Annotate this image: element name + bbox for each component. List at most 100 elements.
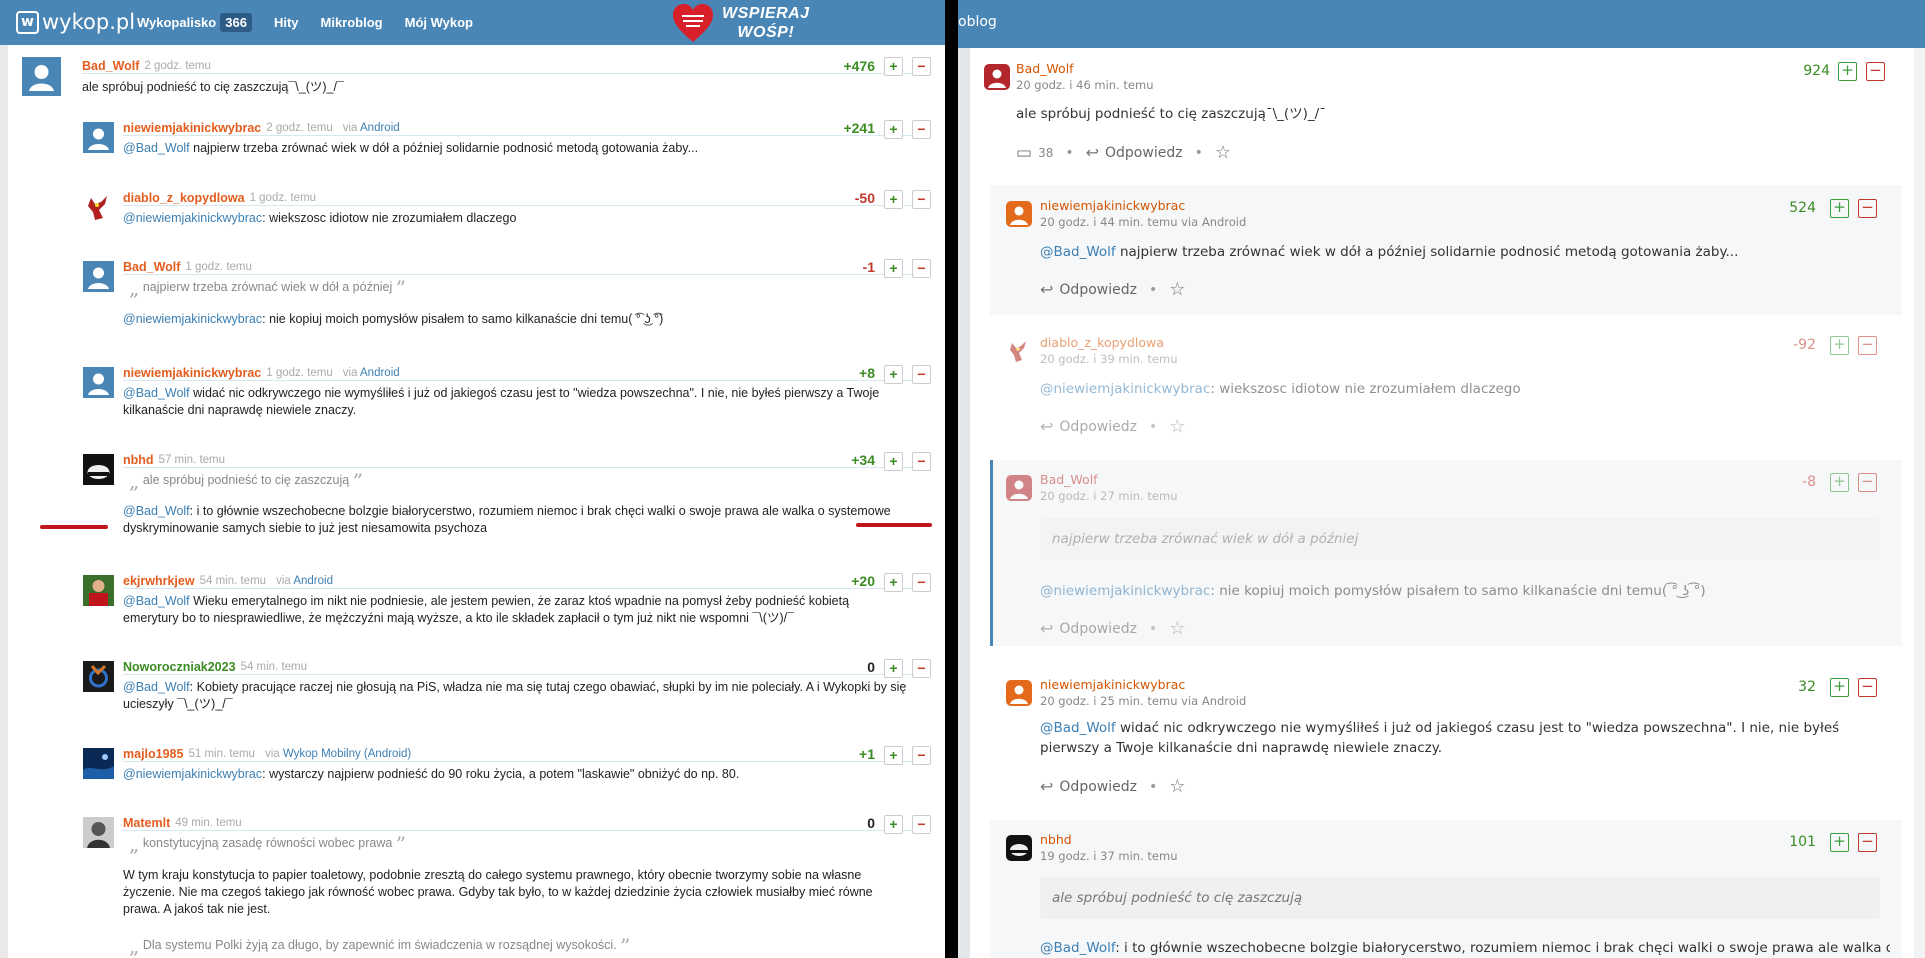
mention-link[interactable]: @Bad_Wolf (1040, 720, 1116, 736)
reply-icon[interactable]: ↩ (1040, 619, 1053, 638)
mention-link[interactable]: @Bad_Wolf (123, 680, 190, 694)
author-nick[interactable]: niewiemjakinickwybrac (123, 121, 261, 135)
downvote-button[interactable]: − (912, 57, 931, 76)
downvote-button[interactable]: − (1858, 473, 1877, 492)
author-nick[interactable]: nbhd (1040, 832, 1072, 847)
avatar[interactable] (984, 64, 1010, 90)
author-nick[interactable]: Bad_Wolf (123, 260, 180, 274)
wosp-banner[interactable]: WSPIERAJ WOŚP! (670, 0, 810, 45)
site-logo[interactable]: w wykop.pl (16, 9, 135, 35)
avatar[interactable] (1006, 201, 1032, 227)
reply-icon[interactable]: ↩ (1040, 417, 1053, 436)
favorite-star-icon[interactable]: ☆ (1169, 416, 1185, 437)
avatar[interactable] (1006, 338, 1032, 364)
avatar[interactable] (83, 122, 114, 153)
upvote-button[interactable]: + (884, 57, 903, 76)
avatar[interactable] (83, 454, 114, 485)
favorite-star-icon[interactable]: ☆ (1169, 279, 1185, 300)
mention-link[interactable]: @Bad_Wolf (123, 594, 190, 608)
reply-button[interactable]: Odpowiedz (1059, 282, 1137, 298)
mention-link[interactable]: @Bad_Wolf (1040, 940, 1115, 956)
avatar[interactable] (83, 261, 114, 292)
via-link[interactable]: Android (360, 367, 400, 379)
downvote-button[interactable]: − (912, 659, 931, 678)
author-nick[interactable]: niewiemjakinickwybrac (1040, 198, 1185, 213)
reply-button[interactable]: Odpowiedz (1059, 419, 1137, 435)
upvote-button[interactable]: + (1830, 336, 1849, 355)
downvote-button[interactable]: − (1858, 678, 1877, 697)
downvote-button[interactable]: − (1858, 336, 1877, 355)
avatar[interactable] (1006, 475, 1032, 501)
favorite-star-icon[interactable]: ☆ (1215, 142, 1231, 163)
upvote-button[interactable]: + (884, 120, 903, 139)
upvote-button[interactable]: + (884, 573, 903, 592)
via-link[interactable]: Wykop Mobilny (Android) (283, 748, 411, 760)
upvote-button[interactable]: + (884, 659, 903, 678)
author-nick[interactable]: diablo_z_kopydlowa (1040, 335, 1164, 350)
downvote-button[interactable]: − (912, 452, 931, 471)
mention-link[interactable]: @Bad_Wolf (123, 386, 190, 400)
upvote-button[interactable]: + (1830, 473, 1849, 492)
avatar[interactable] (83, 367, 114, 398)
upvote-button[interactable]: + (884, 452, 903, 471)
downvote-button[interactable]: − (1858, 833, 1877, 852)
reply-button[interactable]: Odpowiedz (1059, 779, 1137, 795)
avatar[interactable] (22, 57, 61, 96)
downvote-button[interactable]: − (912, 259, 931, 278)
avatar[interactable] (83, 575, 114, 606)
downvote-button[interactable]: − (912, 365, 931, 384)
avatar[interactable] (83, 748, 114, 779)
favorite-star-icon[interactable]: ☆ (1169, 618, 1185, 639)
author-nick[interactable]: diablo_z_kopydlowa (123, 191, 245, 205)
author-nick[interactable]: Bad_Wolf (1040, 472, 1098, 487)
avatar[interactable] (83, 817, 114, 848)
upvote-button[interactable]: + (1830, 199, 1849, 218)
mention-link[interactable]: @niewiemjakinickwybrac (1040, 381, 1210, 397)
mention-link[interactable]: @Bad_Wolf (123, 141, 190, 155)
author-nick[interactable]: nbhd (123, 453, 154, 467)
nav-hity[interactable]: Hity (274, 15, 299, 30)
avatar[interactable] (83, 192, 114, 223)
reply-icon[interactable]: ↩ (1040, 280, 1053, 299)
comments-count[interactable]: 38 (1038, 146, 1053, 160)
section-title[interactable]: oblog (958, 14, 997, 30)
reply-icon[interactable]: ↩ (1040, 777, 1053, 796)
upvote-button[interactable]: + (1838, 62, 1857, 81)
reply-button[interactable]: Odpowiedz (1105, 145, 1183, 161)
author-nick[interactable]: niewiemjakinickwybrac (1040, 677, 1185, 692)
upvote-button[interactable]: + (884, 259, 903, 278)
comments-icon[interactable]: ▭ (1016, 143, 1032, 163)
downvote-button[interactable]: − (912, 120, 931, 139)
downvote-button[interactable]: − (912, 190, 931, 209)
downvote-button[interactable]: − (1858, 199, 1877, 218)
reply-icon[interactable]: ↩ (1086, 143, 1099, 162)
reply-button[interactable]: Odpowiedz (1059, 621, 1137, 637)
downvote-button[interactable]: − (912, 573, 931, 592)
upvote-button[interactable]: + (884, 190, 903, 209)
author-nick[interactable]: Bad_Wolf (82, 59, 139, 73)
author-nick[interactable]: Noworoczniak2023 (123, 660, 236, 674)
mention-link[interactable]: @niewiemjakinickwybrac (123, 767, 262, 781)
nav-wykopalisko[interactable]: Wykopalisko 366 (137, 13, 252, 32)
mention-link[interactable]: @niewiemjakinickwybrac (123, 312, 262, 326)
author-nick[interactable]: majlo1985 (123, 747, 183, 761)
favorite-star-icon[interactable]: ☆ (1169, 776, 1185, 797)
via-link[interactable]: Android (360, 122, 400, 134)
avatar[interactable] (1006, 680, 1032, 706)
author-nick[interactable]: ekjrwhrkjew (123, 574, 195, 588)
mention-link[interactable]: @niewiemjakinickwybrac (123, 211, 262, 225)
author-nick[interactable]: Bad_Wolf (1016, 61, 1074, 76)
mention-link[interactable]: @Bad_Wolf (1040, 244, 1116, 260)
upvote-button[interactable]: + (1830, 833, 1849, 852)
avatar[interactable] (83, 661, 114, 692)
nav-moj-wykop[interactable]: Mój Wykop (405, 15, 473, 30)
upvote-button[interactable]: + (884, 746, 903, 765)
author-nick[interactable]: niewiemjakinickwybrac (123, 366, 261, 380)
upvote-button[interactable]: + (1830, 678, 1849, 697)
mention-link[interactable]: @niewiemjakinickwybrac (1040, 583, 1210, 599)
avatar[interactable] (1006, 835, 1032, 861)
author-nick[interactable]: Matemlt (123, 816, 170, 830)
downvote-button[interactable]: − (912, 746, 931, 765)
nav-mikroblog[interactable]: Mikroblog (321, 15, 383, 30)
upvote-button[interactable]: + (884, 815, 903, 834)
